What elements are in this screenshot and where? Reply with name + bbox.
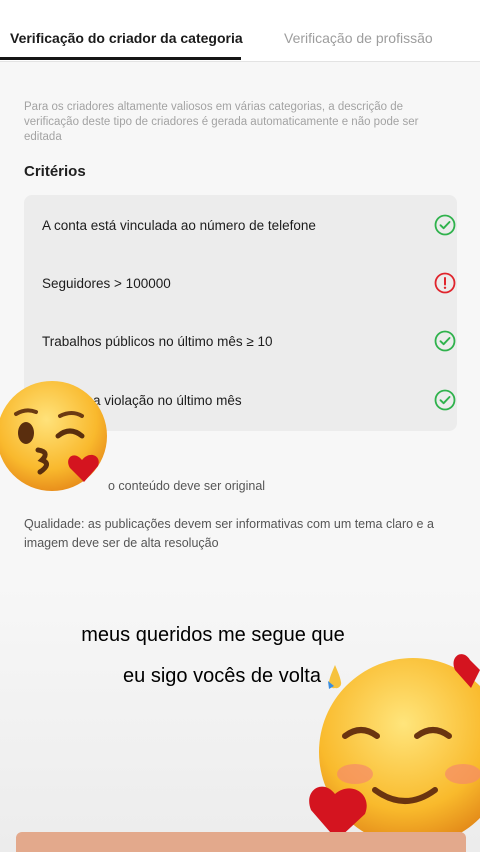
criteria-item: Seguidores > 100000 (42, 272, 456, 296)
smiling-face-with-hearts-emoji (305, 640, 480, 852)
quality-note: Qualidade: as publicações devem ser info… (24, 517, 434, 550)
active-tab-indicator (0, 57, 241, 60)
warning-circle-icon (434, 272, 456, 294)
criteria-title: Critérios (24, 163, 86, 180)
check-circle-icon (434, 389, 456, 411)
tab-bar: Verificação do criador da categoria Veri… (0, 0, 480, 62)
criteria-item: Trabalhos públicos no último mês ≥ 10 (42, 330, 456, 354)
kissing-face-emoji (0, 378, 112, 496)
tab-category-creator-verification[interactable]: Verificação do criador da categoria (10, 30, 243, 46)
originality-note: o conteúdo deve ser original (108, 479, 266, 493)
criteria-item-label: Trabalhos públicos no último mês ≥ 10 (42, 334, 273, 349)
check-circle-icon (434, 330, 456, 352)
bottom-action-bar (16, 832, 466, 852)
criteria-item-label: A conta está vinculada ao número de tele… (42, 218, 316, 233)
check-circle-icon (434, 214, 456, 236)
tab-profession-verification[interactable]: Verificação de profissão (284, 30, 433, 46)
verification-description: Para os criadores altamente valiosos em … (24, 101, 419, 143)
criteria-item-label: Seguidores > 100000 (42, 276, 171, 291)
criteria-item: A conta está vinculada ao número de tele… (42, 214, 456, 238)
